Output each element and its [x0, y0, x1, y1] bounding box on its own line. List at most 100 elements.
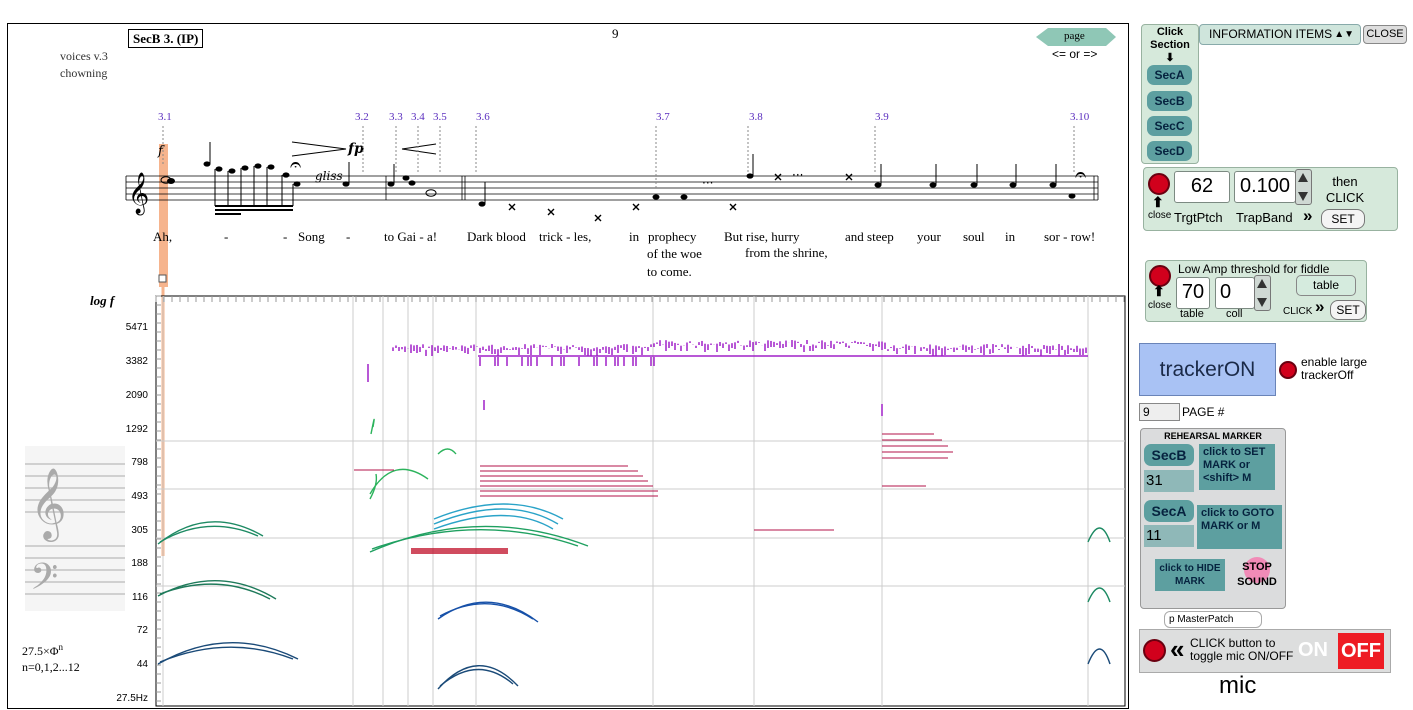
then-click-label: then CLICK — [1325, 174, 1365, 205]
arcs — [157, 418, 1111, 690]
y-tick-6: 493 — [131, 491, 148, 502]
goto-mark-button[interactable]: click to GOTO MARK or M — [1197, 505, 1282, 549]
spectrogram-frame — [155, 295, 1126, 707]
low-amp-click-label: CLICK — [1283, 306, 1313, 317]
red-band — [411, 548, 508, 554]
lyric-dash-3: - — [346, 229, 351, 244]
spectro-grid — [156, 296, 1125, 706]
pitch-record-button[interactable] — [1148, 173, 1170, 195]
spectro-axis-label: log f — [90, 293, 115, 308]
hide-mark-button[interactable]: click to HIDE MARK — [1155, 559, 1225, 591]
click-section-label: Click Section ⬇ — [1142, 26, 1198, 65]
trap-band-spinner[interactable] — [1295, 169, 1312, 205]
page-number-label: PAGE # — [1182, 405, 1225, 419]
click-label: Click — [1156, 26, 1184, 38]
master-patch-object[interactable]: p MasterPatch — [1164, 611, 1262, 628]
lyric-to-come: to come. — [647, 264, 692, 279]
hairpins — [291, 141, 437, 157]
section-label: Section — [1150, 39, 1190, 51]
mic-toggle-button[interactable] — [1143, 639, 1166, 662]
close-button[interactable]: CLOSE — [1363, 25, 1407, 44]
info-items-label: INFORMATION ITEMS — [1209, 27, 1333, 41]
lyric-prophecy: prophecy — [648, 229, 697, 244]
y-tick-1: 5471 — [125, 322, 148, 333]
mic-double-chevron-icon: « — [1170, 634, 1185, 664]
pitch-close-label[interactable]: close — [1148, 210, 1171, 221]
low-amp-up-arrow-icon: ⬆ — [1153, 283, 1165, 299]
beams — [215, 205, 293, 215]
treble-clef-icon: 𝄞 — [128, 172, 149, 215]
pitch-set-button[interactable]: SET — [1321, 209, 1365, 229]
set-mark-section-button[interactable]: SecB — [1144, 444, 1194, 466]
lyric-your: your — [917, 229, 941, 244]
y-tick-12: 27.5Hz — [116, 693, 148, 704]
formula-line-1: 27.5×Φ — [22, 644, 59, 658]
section-button-secd[interactable]: SecD — [1147, 141, 1192, 161]
dynamic-fp: fp — [347, 141, 364, 157]
trap-band-field[interactable]: 0.100 — [1234, 171, 1296, 203]
set-mark-number: 31 — [1144, 470, 1194, 492]
y-tick-10: 72 — [136, 625, 148, 636]
page-number-field[interactable]: 9 — [1139, 403, 1180, 421]
svg-text:𝄢: 𝄢 — [30, 556, 58, 607]
section-button-seca[interactable]: SecA — [1147, 65, 1192, 85]
y-tick-4: 1292 — [125, 424, 148, 435]
pitch-panel: ⬆ close 62 0.100 then CLICK TrgtPtch Tra… — [1143, 167, 1398, 231]
lyric-sorrow: sor - row! — [1044, 229, 1096, 244]
tracker-on-button[interactable]: trackerON — [1139, 343, 1276, 396]
lyric-dash-1: - — [224, 229, 229, 244]
svg-text:···: ··· — [702, 176, 713, 190]
lyric-of-the-woe: of the woe — [647, 246, 702, 261]
coll-threshold-field[interactable]: 0 — [1215, 277, 1255, 309]
purple-partials — [392, 340, 1088, 366]
stop-sound-button[interactable]: STOP SOUND — [1235, 560, 1279, 590]
info-items-dropdown[interactable]: INFORMATION ITEMS ▲▼ — [1199, 24, 1361, 45]
lyric-song: Song — [298, 229, 325, 244]
pitch-up-arrow-icon: ⬆ — [1152, 194, 1164, 210]
low-amp-panel: Low Amp threshold for fiddle ⬆ close 70 … — [1145, 260, 1367, 322]
mic-label: mic — [1219, 672, 1257, 699]
down-arrow-icon: ⬇ — [1165, 52, 1175, 64]
low-amp-close-label[interactable]: close — [1148, 300, 1171, 311]
goto-mark-section-button[interactable]: SecA — [1144, 500, 1194, 522]
set-mark-button[interactable]: click to SET MARK or <shift> M — [1199, 444, 1275, 490]
target-pitch-field[interactable]: 62 — [1174, 171, 1230, 203]
lyric-and-steep: and steep — [845, 229, 894, 244]
section-button-secb[interactable]: SecB — [1147, 91, 1192, 111]
staff-lines — [125, 175, 1099, 201]
low-amp-double-chevron-icon: » — [1315, 297, 1325, 316]
clef-ghost-icon: 𝄞 𝄢 — [25, 446, 125, 611]
formula-sup: n — [58, 642, 64, 652]
y-tick-2: 3382 — [125, 356, 148, 367]
enable-tracker-off-toggle[interactable] — [1279, 361, 1297, 379]
table-threshold-field[interactable]: 70 — [1176, 277, 1210, 309]
score-panel: SecB 3. (IP) 9 voices v.3 chowning page … — [7, 23, 1129, 709]
mic-instruction: CLICK button to toggle mic ON/OFF — [1190, 636, 1294, 663]
y-tick-9: 116 — [132, 592, 148, 603]
section-button-secc[interactable]: SecC — [1147, 116, 1192, 136]
notation-svg: 𝄞 ··· ··· 𝄐 𝄐 fp f gliss 𝄞 𝄢 — [25, 126, 1126, 707]
y-tick-8: 188 — [131, 558, 148, 569]
y-tick-5: 798 — [131, 457, 148, 468]
lyric-trickles: trick - les, — [539, 229, 592, 244]
trap-band-label: TrapBand — [1236, 210, 1293, 225]
lyric-ah: Ah, — [153, 229, 173, 244]
section-chooser: Click Section ⬇ SecA SecB SecC SecD — [1141, 24, 1199, 164]
lyric-but-rise: But rise, hurry — [724, 229, 800, 244]
spectro-formula-n: n=0,1,2...12 — [22, 660, 80, 674]
playhead-highlight — [159, 144, 168, 287]
y-tick-3: 2090 — [125, 390, 148, 401]
table-button[interactable]: table — [1296, 275, 1356, 296]
chevron-updown-icon: ▲▼ — [1334, 29, 1354, 40]
mic-off-indicator[interactable]: OFF — [1338, 633, 1384, 669]
lyric-soul: soul — [963, 229, 985, 244]
y-tick-11: 44 — [136, 659, 148, 670]
enable-tracker-off-label: enable large trackerOff — [1301, 355, 1368, 382]
low-amp-set-button[interactable]: SET — [1330, 300, 1366, 320]
low-amp-title: Low Amp threshold for fiddle — [1178, 262, 1330, 276]
coll-label: coll — [1226, 308, 1243, 320]
coll-spinner[interactable] — [1254, 275, 1271, 311]
mic-panel: « CLICK button to toggle mic ON/OFF ON O… — [1139, 629, 1391, 673]
lyric-dash-2: - — [283, 229, 288, 244]
mic-on-label: ON — [1298, 639, 1328, 661]
